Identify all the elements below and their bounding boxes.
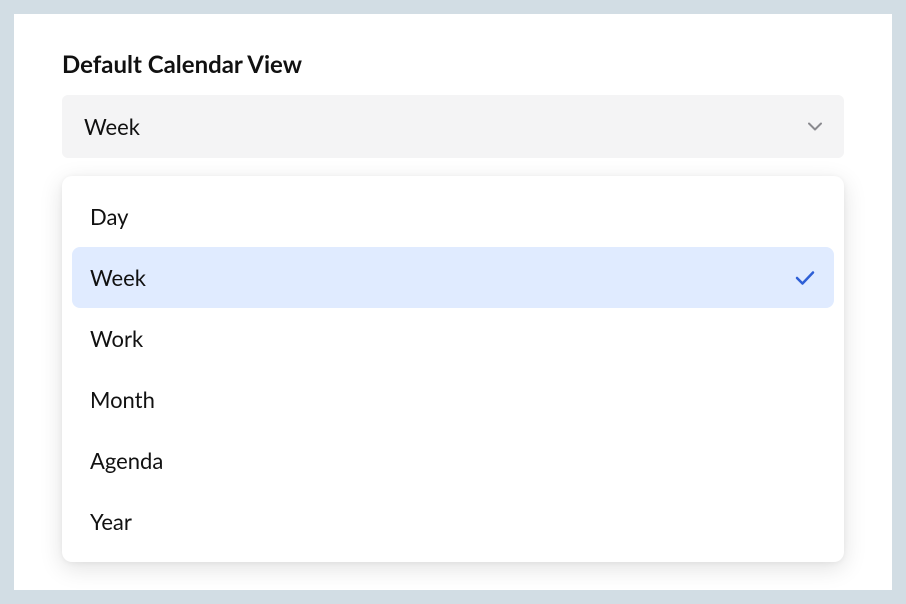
check-icon [794,267,816,289]
option-label: Year [90,508,132,535]
option-agenda[interactable]: Agenda [72,430,834,491]
option-day[interactable]: Day [72,186,834,247]
calendar-view-select[interactable]: Week [62,95,844,158]
option-work[interactable]: Work [72,308,834,369]
option-year[interactable]: Year [72,491,834,552]
select-current-value: Week [84,113,140,140]
calendar-view-dropdown: Day Week Work Month Agenda [62,176,844,562]
option-label: Work [90,325,143,352]
option-week[interactable]: Week [72,247,834,308]
option-label: Day [90,203,128,230]
field-label-default-calendar-view: Default Calendar View [62,50,844,79]
option-month[interactable]: Month [72,369,834,430]
option-label: Agenda [90,447,163,474]
option-label: Week [90,264,146,291]
settings-panel: Default Calendar View Week Day Week Work [14,14,892,590]
chevron-down-icon [808,120,822,134]
option-label: Month [90,386,155,413]
